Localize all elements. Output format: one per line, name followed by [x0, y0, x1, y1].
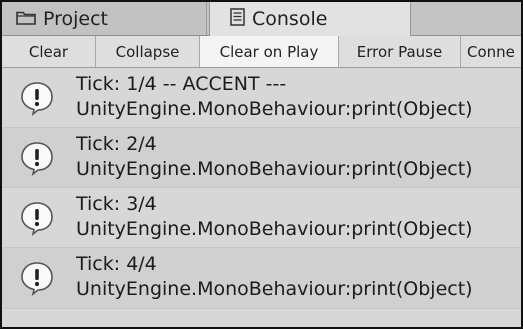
log-message-title: Tick: 2/4	[76, 133, 157, 155]
log-message: Tick: 3/4 UnityEngine.MonoBehaviour:prin…	[76, 192, 473, 242]
console-window: Project Console Clear Collapse Clear on …	[0, 0, 523, 329]
console-toolbar: Clear Collapse Clear on Play Error Pause…	[2, 36, 521, 68]
connect-dropdown[interactable]: Conne	[461, 36, 521, 67]
info-icon	[19, 140, 55, 177]
collapse-toggle[interactable]: Collapse	[96, 36, 200, 67]
tab-console-label: Console	[252, 8, 328, 30]
log-message-title: Tick: 4/4	[76, 253, 157, 275]
clear-button[interactable]: Clear	[2, 36, 96, 67]
tab-project[interactable]: Project	[2, 2, 207, 35]
clear-on-play-toggle[interactable]: Clear on Play	[200, 36, 339, 67]
log-entry[interactable]: Tick: 3/4 UnityEngine.MonoBehaviour:prin…	[2, 188, 521, 248]
log-message-stacktrace: UnityEngine.MonoBehaviour:print(Object)	[76, 218, 473, 240]
log-message-title: Tick: 1/4 -- ACCENT ---	[76, 73, 287, 95]
log-entry[interactable]: Tick: 2/4 UnityEngine.MonoBehaviour:prin…	[2, 128, 521, 188]
log-message-stacktrace: UnityEngine.MonoBehaviour:print(Object)	[76, 278, 473, 300]
tab-console[interactable]: Console	[209, 2, 411, 36]
log-message: Tick: 4/4 UnityEngine.MonoBehaviour:prin…	[76, 252, 473, 302]
error-pause-toggle[interactable]: Error Pause	[339, 36, 461, 67]
log-message: Tick: 1/4 -- ACCENT --- UnityEngine.Mono…	[76, 72, 473, 122]
log-entry[interactable]: Tick: 4/4 UnityEngine.MonoBehaviour:prin…	[2, 248, 521, 309]
info-icon	[19, 80, 55, 117]
console-icon	[230, 7, 245, 31]
tab-project-label: Project	[43, 7, 109, 30]
log-message-title: Tick: 3/4	[76, 193, 157, 215]
log-message-stacktrace: UnityEngine.MonoBehaviour:print(Object)	[76, 98, 473, 120]
folder-icon	[16, 8, 36, 30]
tab-bar: Project Console	[2, 2, 521, 36]
log-message: Tick: 2/4 UnityEngine.MonoBehaviour:prin…	[76, 132, 473, 182]
log-message-stacktrace: UnityEngine.MonoBehaviour:print(Object)	[76, 158, 473, 180]
info-icon	[19, 200, 55, 237]
info-icon	[19, 260, 55, 297]
log-list[interactable]: Tick: 1/4 -- ACCENT --- UnityEngine.Mono…	[2, 68, 521, 327]
log-entry[interactable]: Tick: 1/4 -- ACCENT --- UnityEngine.Mono…	[2, 68, 521, 128]
